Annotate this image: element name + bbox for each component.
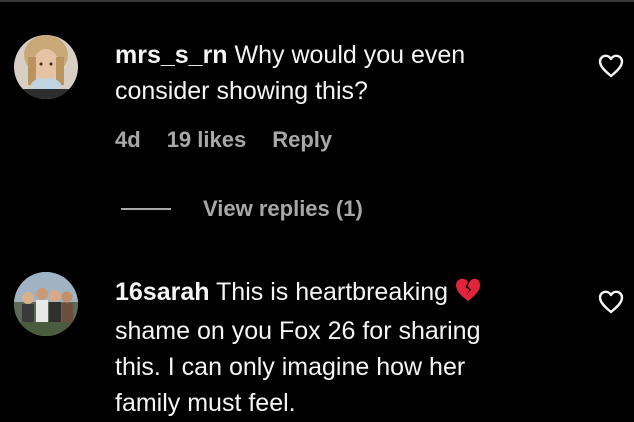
heart-outline-icon: [598, 290, 624, 314]
comment-text: 16sarah This is heartbreaking shame on y…: [115, 274, 555, 421]
comment-meta: 4d 19 likes Reply: [115, 127, 332, 153]
comment-line: this. I can only imagine how her: [115, 353, 466, 381]
comment-text-segment: Why would you even: [227, 41, 466, 69]
comment-line: 16sarah This is heartbreaking: [115, 274, 555, 313]
comment-line: family must feel.: [115, 389, 296, 417]
view-replies-line: [121, 208, 171, 210]
avatar[interactable]: [14, 35, 78, 99]
heart-outline-icon: [598, 54, 624, 78]
comment-text: mrs_s_rn Why would you even consider sho…: [115, 37, 555, 109]
comment-age: 4d: [115, 127, 141, 152]
like-button[interactable]: [598, 54, 624, 78]
comment-line: consider showing this?: [115, 77, 368, 105]
comment-line: shame on you Fox 26 for sharing: [115, 317, 481, 345]
broken-heart-emoji-icon: [454, 277, 482, 313]
comment-line: mrs_s_rn Why would you even: [115, 37, 555, 73]
view-replies-label[interactable]: View replies (1): [203, 196, 363, 222]
top-divider: [0, 0, 634, 2]
comment-text-segment: This is heartbreaking: [209, 278, 449, 306]
username[interactable]: 16sarah: [115, 278, 210, 306]
like-button[interactable]: [598, 290, 624, 314]
view-replies-button[interactable]: View replies (1): [121, 196, 363, 222]
username[interactable]: mrs_s_rn: [115, 41, 228, 69]
reply-button[interactable]: Reply: [272, 127, 332, 153]
avatar[interactable]: [14, 272, 78, 336]
like-count[interactable]: 19 likes: [167, 127, 247, 153]
